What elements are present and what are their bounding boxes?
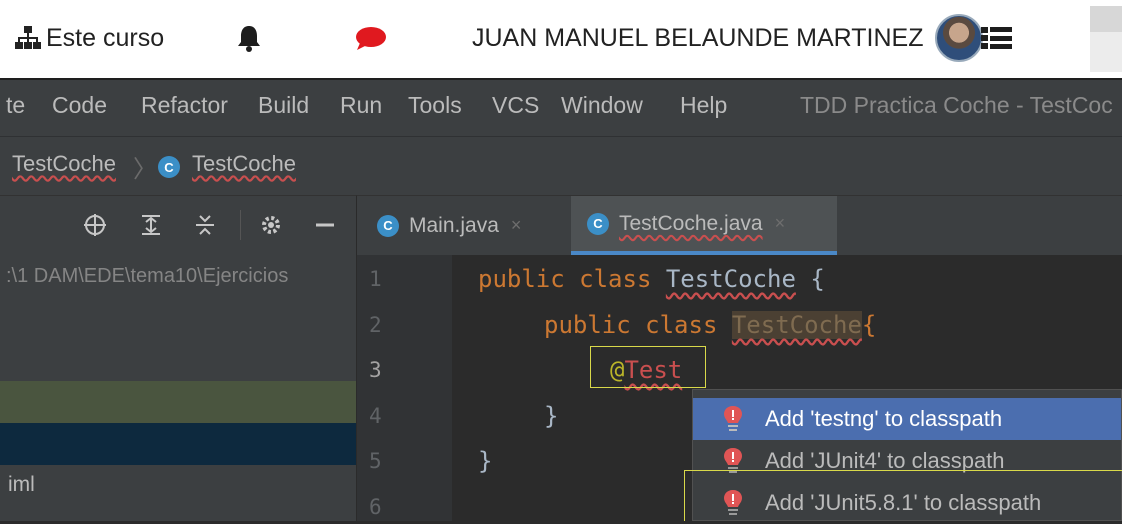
project-path[interactable]: :\1 DAM\EDE\tema10\Ejercicios [6, 265, 356, 288]
line-number: 2 [369, 313, 382, 337]
tab-label: TestCoche.java [619, 211, 763, 235]
annotation-focus-box [590, 346, 706, 388]
user-list-icon [981, 27, 1013, 49]
line-number: 6 [369, 495, 382, 519]
tree-row-selected[interactable] [0, 423, 356, 465]
class-icon: C [587, 212, 609, 235]
chat-icon [356, 27, 386, 50]
menu-item-run[interactable]: Run [340, 92, 382, 119]
menu-item-help[interactable]: Help [680, 92, 727, 119]
breadcrumb-item[interactable]: TestCoche [12, 151, 116, 177]
menu-item-vcs[interactable]: VCS [492, 92, 539, 119]
bell-icon [238, 26, 260, 52]
course-label: Este curso [46, 23, 165, 52]
project-tree: :\1 DAM\EDE\tema10\Ejercicios iml [0, 255, 356, 521]
intention-add-testng[interactable]: Add 'testng' to classpath [693, 398, 1121, 440]
line-number: 5 [369, 449, 382, 473]
code-line-4: } [544, 402, 559, 430]
intention-label: Add 'testng' to classpath [765, 406, 1003, 431]
tree-row-highlight[interactable] [0, 381, 356, 423]
code-line-2: public class TestCoche{ [544, 311, 877, 339]
locate-icon[interactable] [82, 212, 108, 238]
ide-menu-bar: te Code Refactor Build Run Tools VCS Win… [0, 78, 1122, 136]
editor-tab-bar: C Main.java × C TestCoche.java × [356, 195, 1122, 255]
code-line-5: } [478, 447, 493, 475]
messages-button[interactable] [354, 18, 388, 58]
tab-main-java[interactable]: C Main.java × [377, 196, 567, 255]
menu-item-code[interactable]: Code [52, 92, 107, 119]
line-number: 3 [369, 358, 382, 382]
tab-label: Main.java [409, 213, 499, 237]
editor-gutter: 1 2 3 4 5 6 [357, 255, 516, 521]
gear-icon[interactable] [258, 212, 284, 238]
tree-item-iml[interactable]: iml [8, 473, 35, 497]
scrollbar-track[interactable] [1090, 6, 1122, 32]
code-line-1: public class TestCoche { [478, 265, 825, 293]
breadcrumb-item[interactable]: TestCoche [192, 151, 296, 177]
class-icon: C [377, 214, 399, 237]
tab-testcoche-java[interactable]: C TestCoche.java × [571, 196, 837, 255]
project-toolbar [0, 195, 356, 256]
notifications-button[interactable] [236, 18, 262, 58]
error-bulb-icon [724, 406, 742, 431]
course-nav-link[interactable]: Este curso [14, 18, 164, 58]
breadcrumb: TestCoche 〉 C TestCoche [0, 136, 1122, 195]
close-icon[interactable]: × [775, 213, 786, 234]
expand-all-icon[interactable] [138, 212, 164, 238]
breadcrumb-separator: 〉 [133, 155, 157, 183]
menu-item-te[interactable]: te [6, 92, 25, 119]
menu-item-refactor[interactable]: Refactor [141, 92, 228, 119]
user-menu[interactable]: JUAN MANUEL BELAUNDE MARTINEZ [472, 14, 1015, 62]
moodle-header: Este curso JUAN MANUEL BELAUNDE MARTINEZ [0, 0, 1122, 78]
minimize-icon[interactable] [312, 212, 338, 238]
menu-item-build[interactable]: Build [258, 92, 309, 119]
close-icon[interactable]: × [511, 215, 522, 236]
menu-item-window[interactable]: Window [561, 92, 643, 119]
page-edge [1090, 32, 1122, 72]
window-title: TDD Practica Coche - TestCoc [800, 92, 1113, 118]
class-icon: C [158, 156, 180, 178]
menu-item-tools[interactable]: Tools [408, 92, 462, 119]
user-name: JUAN MANUEL BELAUNDE MARTINEZ [472, 23, 924, 52]
collapse-all-icon[interactable] [192, 212, 218, 238]
sitemap-icon [15, 26, 41, 49]
highlight-outline [684, 470, 1122, 521]
class-name: TestCoche [665, 265, 796, 293]
line-number: 4 [369, 404, 382, 428]
duplicate-class-name: TestCoche [731, 311, 862, 339]
toolbar-separator [240, 210, 241, 240]
line-number: 1 [369, 267, 382, 291]
avatar [935, 14, 984, 62]
